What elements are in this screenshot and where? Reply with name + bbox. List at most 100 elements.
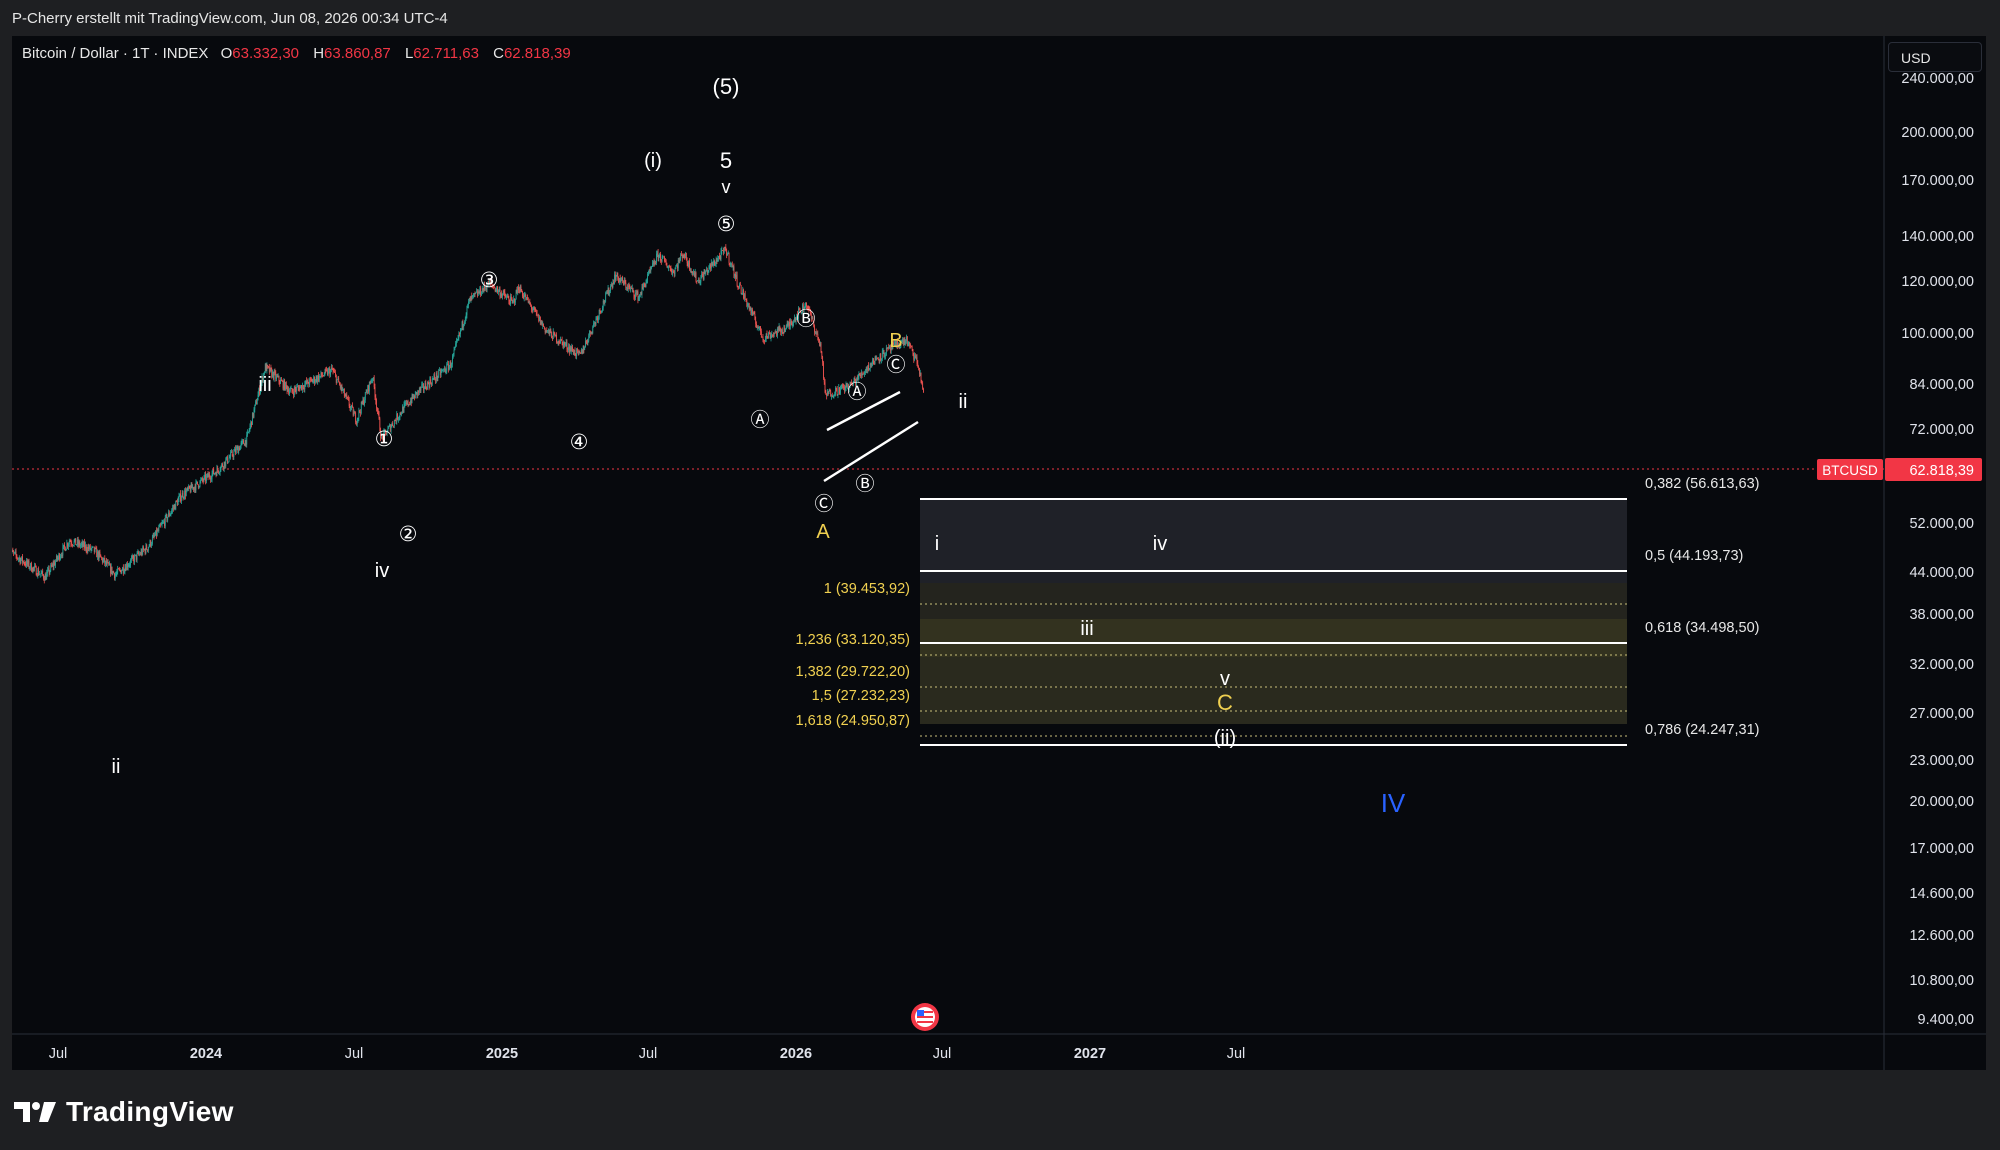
ohlc-legend[interactable]: Bitcoin / Dollar · 1T · INDEX O63.332,30… bbox=[22, 45, 581, 62]
tradingview-brand[interactable]: TradingView bbox=[14, 1092, 234, 1132]
wave-circle-5-label[interactable]: ⑤ bbox=[717, 213, 736, 236]
candle-down bbox=[744, 294, 746, 299]
chart-canvas[interactable]: (5) (i) 5 v ⑤ ③ ① ② ④ iii iv ii Ⓑ Ⓐ Ⓐ Ⓒ … bbox=[8, 36, 1986, 1070]
wave-i-paren-label[interactable]: (i) bbox=[644, 150, 662, 172]
wave-circle-C-channel-label[interactable]: Ⓒ bbox=[886, 354, 905, 376]
candle-up bbox=[433, 375, 435, 379]
candle-up bbox=[602, 307, 603, 311]
candle-up bbox=[638, 297, 640, 301]
candle-up bbox=[94, 548, 96, 552]
wave-iv-projection-label[interactable]: iv bbox=[1153, 533, 1167, 555]
candle-down bbox=[164, 521, 165, 526]
candle-down bbox=[439, 370, 441, 375]
candle-up bbox=[882, 350, 884, 352]
candle-down bbox=[843, 386, 844, 388]
wave-5-major-label[interactable]: (5) bbox=[713, 74, 740, 99]
candle-up bbox=[51, 564, 53, 567]
wave-B-label[interactable]: B bbox=[889, 330, 902, 352]
wave-IV-label[interactable]: IV bbox=[1381, 788, 1406, 818]
wave-v-top-label[interactable]: v bbox=[722, 177, 731, 197]
candle-up bbox=[739, 284, 740, 287]
wave-v-projection-label[interactable]: v bbox=[1220, 668, 1230, 690]
candle-down bbox=[176, 501, 178, 505]
candle-up bbox=[718, 256, 719, 259]
time-axis[interactable]: Jul 2024 Jul 2025 Jul 2026 Jul 2027 Jul bbox=[49, 1046, 1246, 1062]
wave-iii-left-label[interactable]: iii bbox=[258, 374, 271, 396]
candle-up bbox=[304, 384, 306, 390]
candle-up bbox=[864, 372, 865, 375]
candle-up bbox=[502, 293, 503, 297]
chart-area[interactable]: (5) (i) 5 v ⑤ ③ ① ② ④ iii iv ii Ⓑ Ⓐ Ⓐ Ⓒ … bbox=[8, 36, 1986, 1070]
candle-up bbox=[151, 537, 153, 544]
wave-ii-right-label[interactable]: ii bbox=[959, 391, 968, 413]
candle-up bbox=[721, 250, 723, 252]
candle-up bbox=[547, 330, 548, 332]
last-price-tag[interactable]: BTCUSD 62.818,39 bbox=[1817, 458, 1982, 481]
candle-down bbox=[782, 332, 784, 334]
candle-up bbox=[81, 542, 83, 544]
candle-down bbox=[275, 372, 277, 379]
us-flag-event-icon[interactable] bbox=[911, 1003, 939, 1031]
candle-series[interactable] bbox=[8, 244, 924, 584]
candle-up bbox=[136, 553, 138, 560]
wave-circle-3-label[interactable]: ③ bbox=[480, 269, 499, 292]
candle-up bbox=[560, 338, 561, 344]
wave-i-projection-label[interactable]: i bbox=[935, 533, 939, 555]
wave-circle-A-channel-label[interactable]: Ⓐ bbox=[847, 381, 866, 403]
price-tick: 20.000,00 bbox=[1909, 794, 1974, 810]
candle-down bbox=[191, 484, 193, 489]
wave-circle-2-label[interactable]: ② bbox=[399, 523, 418, 546]
candle-up bbox=[526, 297, 528, 300]
wave-5-label[interactable]: 5 bbox=[720, 148, 732, 173]
wave-circle-B-channel-label[interactable]: Ⓑ bbox=[855, 473, 874, 495]
candle-up bbox=[627, 285, 629, 290]
candle-down bbox=[902, 339, 904, 345]
wave-circle-A-left-label[interactable]: Ⓐ bbox=[750, 409, 769, 431]
candle-down bbox=[54, 562, 56, 566]
price-axis[interactable]: 240.000,00 200.000,00 170.000,00 140.000… bbox=[1901, 71, 1974, 1028]
wave-ii-left-label[interactable]: ii bbox=[112, 756, 121, 778]
currency-selector[interactable]: USD bbox=[1888, 42, 1982, 72]
wave-iii-projection-label[interactable]: iii bbox=[1080, 618, 1093, 640]
fib-right-labels: 0,382 (56.613,63) 0,5 (44.193,73) 0,618 … bbox=[1645, 476, 1759, 738]
candle-up bbox=[545, 330, 547, 333]
candle-down bbox=[696, 281, 698, 282]
wave-C-label[interactable]: C bbox=[1217, 690, 1233, 715]
price-tick: 72.000,00 bbox=[1909, 422, 1974, 438]
candle-down bbox=[414, 395, 415, 399]
candle-up bbox=[648, 273, 649, 275]
candle-up bbox=[312, 380, 314, 383]
candle-up bbox=[218, 472, 220, 474]
candle-down bbox=[118, 569, 120, 571]
candle-up bbox=[408, 404, 410, 406]
candle-up bbox=[413, 395, 415, 399]
wave-iv-left-label[interactable]: iv bbox=[375, 560, 389, 582]
candle-down bbox=[72, 544, 73, 546]
wave-ii-paren-label[interactable]: (ii) bbox=[1214, 727, 1236, 749]
wave-circle-C-bottom-label[interactable]: Ⓒ bbox=[814, 493, 833, 515]
candle-down bbox=[301, 385, 302, 390]
candle-up bbox=[656, 252, 658, 254]
wave-A-label[interactable]: A bbox=[816, 521, 830, 543]
candle-up bbox=[793, 320, 794, 324]
wave-circle-1-label[interactable]: ① bbox=[375, 428, 394, 451]
candle-down bbox=[718, 256, 720, 257]
channel-lower-line[interactable] bbox=[823, 420, 919, 483]
candle-up bbox=[47, 568, 49, 571]
candle-up bbox=[266, 364, 268, 372]
candle-up bbox=[283, 380, 285, 389]
wave-circle-B-top-label[interactable]: Ⓑ bbox=[796, 308, 815, 330]
wave-circle-4-label[interactable]: ④ bbox=[570, 431, 589, 454]
candle-up bbox=[477, 291, 479, 296]
candle-up bbox=[915, 357, 917, 359]
symbol-title[interactable]: Bitcoin / Dollar · 1T · INDEX bbox=[22, 45, 208, 62]
candle-down bbox=[132, 556, 134, 558]
candle-down bbox=[577, 349, 578, 351]
candle-down bbox=[760, 331, 762, 337]
candle-down bbox=[628, 285, 630, 287]
candle-up bbox=[865, 368, 867, 373]
candle-down bbox=[653, 261, 655, 265]
candle-up bbox=[360, 402, 362, 413]
candle-up bbox=[831, 395, 832, 397]
candle-up bbox=[513, 298, 515, 301]
